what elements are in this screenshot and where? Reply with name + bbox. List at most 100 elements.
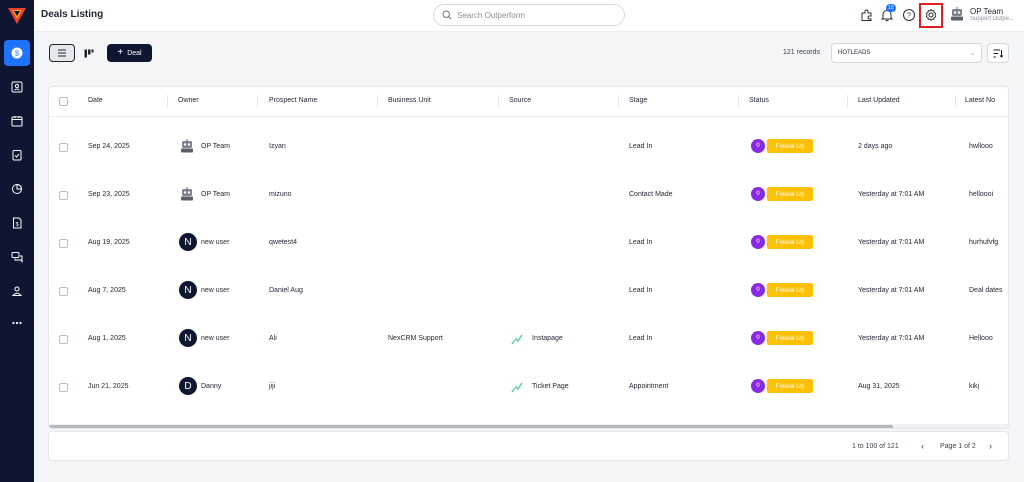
user-organization: Support Outpe... [970,16,1015,22]
sidebar-item-more[interactable] [0,310,34,336]
owner-avatar: N [179,233,197,251]
row-checkbox[interactable] [59,287,68,296]
column-header[interactable]: Business Unit [388,97,431,104]
deal-source: Ticket Page [532,383,569,390]
deal-date: Aug 19, 2025 [88,239,130,246]
column-divider [847,95,848,107]
status-count-badge: 0 [751,331,765,345]
select-all-checkbox[interactable] [59,97,68,106]
dollar-icon: $ [11,47,23,59]
row-checkbox[interactable] [59,383,68,392]
status-badge[interactable]: Follow Up [767,139,813,153]
sidebar-item-conversations[interactable] [0,244,34,270]
sidebar-item-reports[interactable] [0,176,34,202]
view-select[interactable]: HOTLEADS ⌄ [831,43,982,63]
chevron-left-icon[interactable]: ‹ [921,441,924,451]
sidebar-item-team[interactable] [0,278,34,304]
table-row[interactable]: Sep 23, 2025 OP Team mizuno Contact Made… [49,171,1008,219]
status-count-badge: 0 [751,139,765,153]
pagination-range: 1 to 100 of 121 [852,443,899,450]
status-badge[interactable]: Follow Up [767,235,813,249]
deals-table: Date Owner Prospect Name Business Unit S… [48,86,1009,429]
status-badge[interactable]: Follow Up [767,187,813,201]
column-divider [498,95,499,107]
add-deal-label: Deal [127,49,142,57]
settings-button[interactable] [924,8,938,22]
row-checkbox[interactable] [59,143,68,152]
user-name[interactable]: OP Team [970,7,1003,16]
status-count-badge: 0 [751,235,765,249]
sidebar-item-contacts[interactable] [0,74,34,100]
board-view-button[interactable] [76,44,102,62]
integrations-button[interactable] [860,8,874,22]
chevron-right-icon[interactable]: › [989,441,992,451]
latest-note: hwllooo [969,143,993,150]
help-button[interactable]: ? [902,8,916,22]
prospect-name[interactable]: Daniel Aug [269,287,303,294]
column-header[interactable]: Owner [178,97,199,104]
row-checkbox[interactable] [59,191,68,200]
avatar[interactable] [949,6,965,22]
table-row[interactable]: Jun 21, 2025 D Danny jiji Ticket Page Ap… [49,363,1008,411]
sidebar-item-tasks[interactable] [0,142,34,168]
owner-avatar: N [179,329,197,347]
status-badge[interactable]: Follow Up [767,379,813,393]
search-input[interactable]: Search Outperform [433,4,625,26]
horizontal-scrollbar[interactable] [49,424,1008,428]
deal-owner: OP Team [201,191,230,198]
users-icon [11,286,23,296]
table-row[interactable]: Aug 19, 2025 N new user qwetest4 Lead In… [49,219,1008,267]
chat-icon [11,252,23,263]
last-updated: Yesterday at 7:01 AM [858,239,925,246]
row-checkbox[interactable] [59,335,68,344]
add-deal-button[interactable]: + Deal [107,44,152,62]
puzzle-icon [861,9,872,21]
deal-owner: new user [201,239,230,246]
status-badge[interactable]: Follow Up [767,283,813,297]
business-unit: NexCRM Support [388,335,443,342]
svg-text:$: $ [16,222,19,228]
column-header[interactable]: Last Updated [858,97,900,104]
table-row[interactable]: Aug 1, 2025 N new user Ali NexCRM Suppor… [49,315,1008,363]
column-header[interactable]: Latest No [965,97,995,104]
column-header[interactable]: Prospect Name [269,97,317,104]
row-checkbox[interactable] [59,239,68,248]
table-row[interactable]: Aug 7, 2025 N new user Daniel Aug Lead I… [49,267,1008,315]
column-header[interactable]: Status [749,97,769,104]
status-badge[interactable]: Follow Up [767,331,813,345]
deal-date: Aug 1, 2025 [88,335,126,342]
table-row[interactable]: Sep 24, 2025 OP Team Izyan Lead In 0 Fol… [49,123,1008,171]
chevron-down-icon: ⌄ [969,51,975,57]
last-updated: Yesterday at 7:01 AM [858,287,925,294]
help-icon: ? [903,9,915,21]
prospect-name[interactable]: Izyan [269,143,286,150]
list-icon [58,49,66,57]
latest-note: hurhufvfg [969,239,999,246]
filter-button[interactable] [987,43,1009,63]
latest-note: helloooi [969,191,994,198]
prospect-name[interactable]: jiji [269,383,275,390]
sidebar-item-calendar[interactable] [0,108,34,134]
search-placeholder: Search Outperform [457,11,526,20]
scrollbar-thumb[interactable] [49,425,893,428]
status-count-badge: 0 [751,379,765,393]
last-updated: Yesterday at 7:01 AM [858,335,925,342]
records-count: 121 records [783,49,820,56]
status-count-badge: 0 [751,187,765,201]
owner-avatar: N [179,281,197,299]
column-header[interactable]: Date [88,97,103,104]
prospect-name[interactable]: qwetest4 [269,239,297,246]
deal-stage: Contact Made [629,191,673,198]
sidebar-item-invoices[interactable]: $ [0,210,34,236]
sidebar-item-deals[interactable]: $ [0,40,34,66]
deal-owner: new user [201,335,230,342]
column-divider [618,95,619,107]
notification-badge: 10 [886,4,896,12]
document-dollar-icon: $ [13,217,22,229]
prospect-name[interactable]: mizuno [269,191,292,198]
prospect-name[interactable]: Ali [269,335,277,342]
list-view-button[interactable] [49,44,75,62]
app-logo[interactable] [8,8,26,24]
column-header[interactable]: Stage [629,97,647,104]
column-header[interactable]: Source [509,97,531,104]
